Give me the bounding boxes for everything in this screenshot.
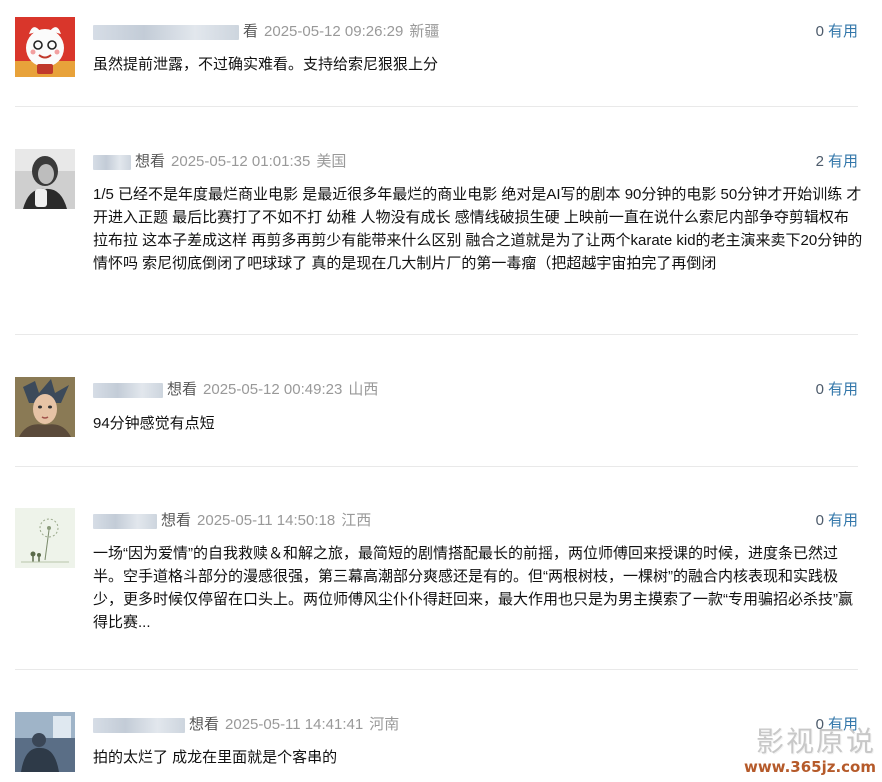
comment-meta: 想看 2025-05-11 14:41:41 河南	[93, 715, 399, 735]
comment-time: 2025-05-12 09:26:29	[264, 23, 404, 40]
vote-count: 0	[815, 512, 824, 529]
username-redacted[interactable]	[93, 382, 163, 398]
avatar[interactable]	[15, 712, 75, 772]
rating-label: 想看	[167, 381, 198, 398]
comment-location: 美国	[316, 153, 347, 170]
divider	[15, 334, 858, 335]
photo-avatar-icon	[15, 712, 75, 772]
divider	[15, 106, 858, 107]
comment-location: 山西	[348, 381, 379, 398]
vote-area: 0 有用	[816, 511, 858, 531]
divider	[15, 466, 858, 467]
divider	[15, 669, 858, 670]
vote-count: 2	[815, 153, 824, 170]
comment-location: 江西	[341, 512, 372, 529]
portrait-avatar-icon	[15, 377, 75, 437]
watermark-title: 影视原说	[755, 725, 876, 758]
rating-label: 想看	[135, 153, 166, 170]
comment-text: 94分钟感觉有点短	[93, 415, 215, 432]
comment-meta: 看 2025-05-12 09:26:29 新疆	[93, 22, 439, 42]
comment-meta: 想看 2025-05-11 14:50:18 江西	[93, 511, 371, 531]
avatar[interactable]	[15, 149, 75, 209]
username-redacted[interactable]	[93, 717, 185, 733]
avatar[interactable]	[15, 17, 75, 77]
comment-text: 1/5 已经不是年度最烂商业电影 是最近很多年最烂的商业电影 绝对是AI写的剧本…	[93, 186, 863, 272]
site-watermark: 影视原说 www.365jz.com	[743, 725, 876, 777]
comment-text: 虽然提前泄露，不过确实难看。支持给索尼狠狠上分	[93, 56, 439, 73]
comment-time: 2025-05-12 00:49:23	[203, 381, 343, 398]
dandelion-avatar-icon	[15, 508, 75, 568]
username-redacted[interactable]	[93, 513, 157, 529]
avatar[interactable]	[15, 508, 75, 568]
vote-count: 0	[815, 381, 824, 398]
comment-location: 河南	[369, 716, 400, 733]
comment-time: 2025-05-11 14:50:18	[197, 512, 336, 529]
vote-area: 2 有用	[816, 152, 858, 172]
comment-meta: 想看 2025-05-12 01:01:35 美国	[93, 152, 346, 172]
useful-button[interactable]: 有用	[828, 512, 858, 529]
comment-time: 2025-05-12 01:01:35	[171, 153, 311, 170]
username-redacted[interactable]	[93, 24, 239, 40]
useful-button[interactable]: 有用	[828, 23, 858, 40]
avatar[interactable]	[15, 377, 75, 437]
comment-time: 2025-05-11 14:41:41	[225, 716, 364, 733]
photo-avatar-icon	[15, 149, 75, 209]
rating-label: 想看	[161, 512, 192, 529]
vote-count: 0	[815, 23, 824, 40]
watermark-url: www.365jz.com	[743, 758, 876, 776]
rating-label: 想看	[189, 716, 220, 733]
comment-text: 一场“因为爱情”的自我救赎＆和解之旅，最简短的剧情搭配最长的前摇，两位师傅回来授…	[93, 545, 853, 631]
comment-meta: 想看 2025-05-12 00:49:23 山西	[93, 380, 378, 400]
vote-area: 0 有用	[816, 22, 858, 42]
useful-button[interactable]: 有用	[828, 381, 858, 398]
vote-area: 0 有用	[816, 380, 858, 400]
username-redacted[interactable]	[93, 154, 131, 170]
cartoon-avatar-icon	[15, 17, 75, 77]
rating-label: 看	[243, 23, 259, 40]
useful-button[interactable]: 有用	[828, 153, 858, 170]
comment-location: 新疆	[409, 23, 440, 40]
